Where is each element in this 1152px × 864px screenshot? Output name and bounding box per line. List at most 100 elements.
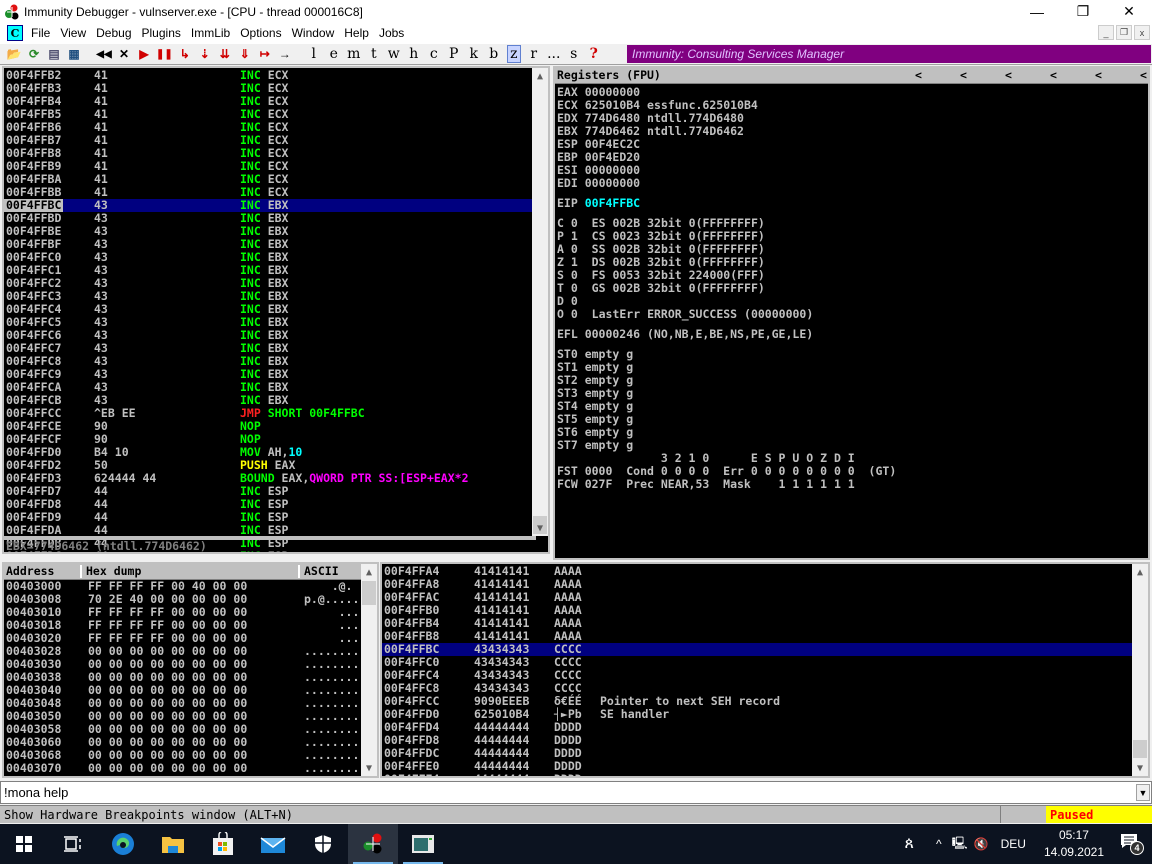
go-to-icon[interactable]: → <box>277 45 293 63</box>
register-value[interactable]: 774D6480 <box>585 111 640 125</box>
edge-app[interactable] <box>98 824 148 864</box>
column-ascii[interactable]: ASCII <box>304 565 339 578</box>
flag-value[interactable]: 1 <box>571 229 578 243</box>
register-value[interactable]: 00000000 <box>585 176 640 190</box>
command-input[interactable]: !mona help <box>4 785 68 800</box>
fpu-register-row[interactable]: ST1 empty g <box>557 361 1148 374</box>
security-app[interactable] <box>298 824 348 864</box>
register-value[interactable]: 00000000 <box>585 85 640 99</box>
run-icon[interactable]: ▶ <box>136 45 152 63</box>
registers-header[interactable]: Registers (FPU) < < < < < < <box>555 68 1148 84</box>
scroll-up-icon[interactable]: ▲ <box>361 564 377 580</box>
references-window-button[interactable]: r <box>527 45 541 63</box>
memory-window-button[interactable]: m <box>347 45 361 63</box>
patches-window-button[interactable]: P <box>447 45 461 63</box>
disassembly-scrollbar[interactable]: ▲ ▼ <box>532 68 548 536</box>
stack-row[interactable]: 00F4FFE4 44444444 DDDD <box>382 773 1148 777</box>
flag-value[interactable]: 1 <box>571 255 578 269</box>
register-value[interactable]: 00F4ED20 <box>585 150 640 164</box>
restart-icon[interactable]: ⟳ <box>26 45 42 63</box>
log-window-button[interactable]: l <box>307 45 321 63</box>
fpu-register-row[interactable]: ST3 empty g <box>557 387 1148 400</box>
register-value[interactable]: 774D6462 <box>585 124 640 138</box>
mdi-close-button[interactable]: x <box>1134 25 1150 40</box>
fpu-register-row[interactable]: ST0 empty g <box>557 348 1148 361</box>
column-hex-dump[interactable]: Hex dump <box>86 565 300 578</box>
stack-pane[interactable]: 00F4FFA4 41414141 AAAA 00F4FFA8 41414141 AAAA… <box>380 562 1150 778</box>
step-into-icon[interactable]: ↳ <box>177 45 193 63</box>
mdi-restore-button[interactable]: ❐ <box>1116 25 1132 40</box>
mdi-minimize-button[interactable]: _ <box>1098 25 1114 40</box>
execute-till-return-icon[interactable]: ↦ <box>257 45 273 63</box>
flag-value[interactable]: 0 <box>571 242 578 256</box>
register-value[interactable]: 00000000 <box>585 163 640 177</box>
task-view-button[interactable] <box>48 824 98 864</box>
menu-view[interactable]: View <box>60 26 93 40</box>
menu-file[interactable]: File <box>31 26 57 40</box>
register-value[interactable]: 00F4EC2C <box>585 137 640 151</box>
step-over-icon[interactable]: ⇣ <box>197 45 213 63</box>
volume-muted-icon[interactable]: 🔇 <box>974 837 989 851</box>
open-icon[interactable]: 📂 <box>6 45 22 63</box>
flag-value[interactable]: 0 <box>571 307 578 321</box>
fpu-register-row[interactable]: ST4 empty g <box>557 400 1148 413</box>
fpu-register-row[interactable]: ST5 empty g <box>557 413 1148 426</box>
run-trace-window-button[interactable]: ... <box>547 45 561 63</box>
explorer-app[interactable] <box>148 824 198 864</box>
trace-into-icon[interactable]: ⇊ <box>217 45 233 63</box>
rewind-icon[interactable]: ◀◀ <box>96 45 112 63</box>
cpu-window-button[interactable]: c <box>427 45 441 63</box>
handles-window-button[interactable]: h <box>407 45 421 63</box>
close-button[interactable]: ✕ <box>1106 0 1152 23</box>
store-app[interactable] <box>198 824 248 864</box>
scroll-up-icon[interactable]: ▲ <box>1132 564 1148 580</box>
disassembly-row[interactable]: 00F4FFCC ^EB EE JMP SHORT 00F4FFBC <box>4 407 548 420</box>
dump-scrollbar[interactable]: ▲ ▼ <box>361 564 377 776</box>
notifications-button[interactable]: 4 <box>1120 833 1144 855</box>
breakpoints-window-button[interactable]: b <box>487 45 501 63</box>
trace-over-icon[interactable]: ⇓ <box>237 45 253 63</box>
log-icon[interactable]: ▤ <box>46 45 62 63</box>
hardware-breakpoints-window-button[interactable]: z <box>506 45 521 63</box>
register-value[interactable]: 00F4FFBC <box>585 196 640 210</box>
menu-window[interactable]: Window <box>292 26 342 40</box>
flag-value[interactable]: 0 <box>571 294 578 308</box>
header-arrow[interactable]: < <box>1140 69 1147 82</box>
menu-options[interactable]: Options <box>240 26 288 40</box>
clock[interactable]: 05:17 14.09.2021 <box>1044 827 1104 861</box>
header-arrow[interactable]: < <box>1005 69 1050 82</box>
flag-segment-row[interactable]: T 0 GS 002B 32bit 0(FFFFFFFF) <box>557 282 1148 295</box>
network-icon[interactable]: 🖳 <box>952 834 968 855</box>
input-language[interactable]: DEU <box>1001 837 1026 851</box>
start-button[interactable] <box>0 824 48 864</box>
people-icon[interactable]: ጰ <box>904 835 914 853</box>
scroll-down-icon[interactable]: ▼ <box>532 520 548 536</box>
flag-value[interactable]: 0 <box>571 281 578 295</box>
show-hidden-icons-chevron-icon[interactable]: ^ <box>936 837 942 851</box>
windows-window-button[interactable]: w <box>387 45 401 63</box>
command-history-dropdown-icon[interactable]: ▼ <box>1136 784 1150 801</box>
header-arrow[interactable]: < <box>960 69 1005 82</box>
flag-value[interactable]: 0 <box>571 216 578 230</box>
menu-immlib[interactable]: ImmLib <box>191 26 237 40</box>
menu-debug[interactable]: Debug <box>96 26 138 40</box>
menu-plugins[interactable]: Plugins <box>142 26 188 40</box>
eflags-row[interactable]: EFL 00000246 (NO,NB,E,BE,NS,PE,GE,LE) <box>557 328 1148 341</box>
other-app[interactable] <box>398 824 448 864</box>
scroll-down-icon[interactable]: ▼ <box>361 760 377 776</box>
call-stack-window-button[interactable]: k <box>467 45 481 63</box>
menu-help[interactable]: Help <box>344 26 376 40</box>
maximize-button[interactable]: ❐ <box>1060 0 1106 23</box>
disassembly-row[interactable]: 00F4FFCE 90 NOP <box>4 420 548 433</box>
menu-jobs[interactable]: Jobs <box>379 26 411 40</box>
source-window-button[interactable]: s <box>567 45 581 63</box>
command-bar[interactable]: !mona help ▼ <box>0 781 1152 804</box>
stack-scrollbar[interactable]: ▲ ▼ <box>1132 564 1148 776</box>
scroll-thumb[interactable] <box>1133 740 1147 758</box>
consulting-banner[interactable]: Immunity: Consulting Services Manager <box>627 45 1151 63</box>
header-arrow[interactable]: < <box>1050 69 1095 82</box>
dump-row[interactable]: 00403070 00 00 00 00 00 00 00 00........ <box>4 762 377 775</box>
fpu-register-row[interactable]: ST6 empty g <box>557 426 1148 439</box>
pause-icon[interactable]: ❚❚ <box>156 45 173 63</box>
fpu-register-row[interactable]: ST2 empty g <box>557 374 1148 387</box>
